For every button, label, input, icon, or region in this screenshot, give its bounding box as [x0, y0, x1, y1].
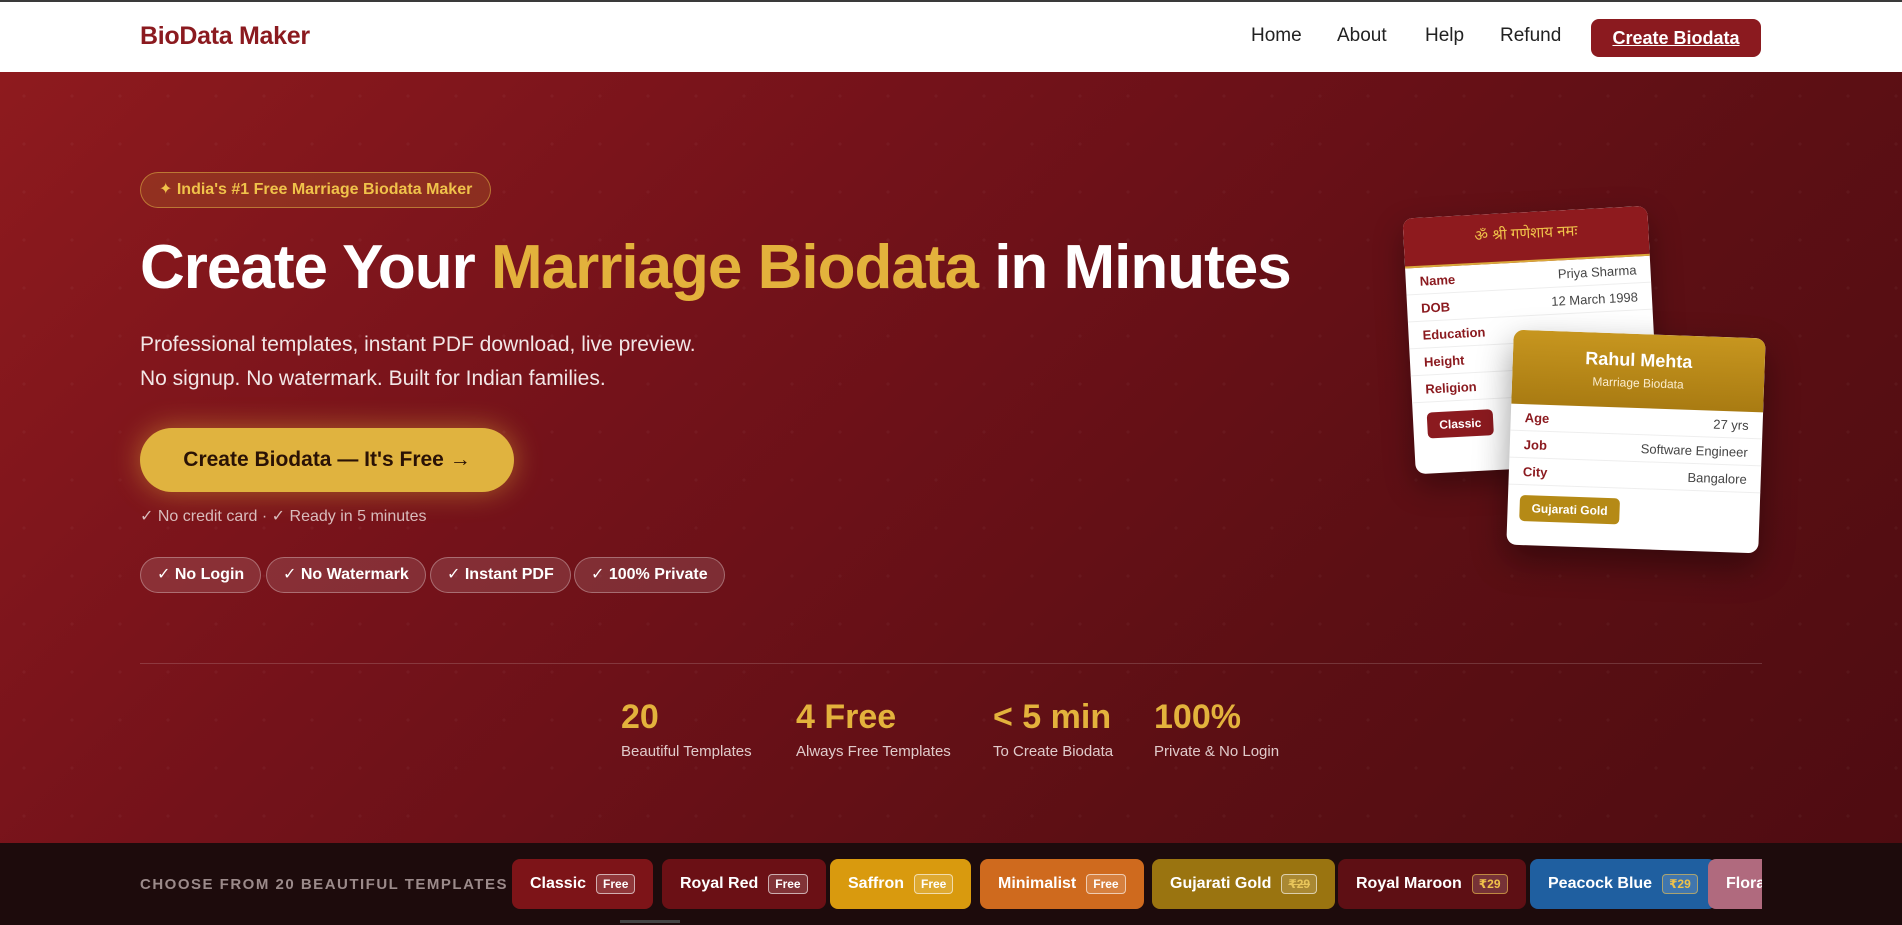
card-row-key: Age — [1524, 410, 1550, 426]
hero-title-pre: Create Your — [140, 233, 491, 302]
stat-time: < 5 min To Create Biodata — [993, 698, 1113, 760]
hero-subtitle-line1: Professional templates, instant PDF down… — [140, 333, 696, 356]
chip-price: Free — [596, 874, 636, 894]
card-template-tag: Gujarati Gold — [1519, 494, 1621, 525]
chip-name: Royal Red — [680, 875, 759, 892]
template-chip-minimalist[interactable]: Minimalist Free — [980, 859, 1144, 909]
stat-number: 20 — [621, 698, 659, 736]
card-row-value: Priya Sharma — [1557, 262, 1637, 282]
nav-home-link[interactable]: Home — [1251, 25, 1302, 47]
card-subtitle: Marriage Biodata — [1592, 374, 1684, 392]
chip-price: Free — [914, 874, 954, 894]
stat-private: 100% Private & No Login — [1154, 698, 1279, 760]
template-chip-saffron[interactable]: Saffron Free — [830, 859, 972, 909]
stat-number: < 5 min — [993, 698, 1112, 736]
stat-free-templates: 4 Free Always Free Templates — [796, 698, 951, 760]
card-header: Rahul Mehta Marriage Biodata — [1511, 329, 1766, 413]
horizontal-scrollbar-thumb[interactable] — [620, 920, 680, 923]
hero-title: Create Your Marriage Biodata in Minutes — [140, 232, 1292, 303]
stat-number: 4 Free — [796, 698, 897, 736]
template-chip-track[interactable]: Classic Free Royal Red Free Saffron Free Mi… — [512, 859, 1762, 909]
chip-name: Royal Maroon — [1356, 875, 1462, 892]
stat-label: Private & No Login — [1154, 743, 1280, 760]
template-chip-classic[interactable]: Classic Free — [512, 859, 654, 909]
card-row-key: DOB — [1420, 299, 1451, 316]
feature-pill-instant-pdf: ✓ Instant PDF — [430, 557, 571, 593]
chip-price: ₹29 — [1471, 874, 1508, 894]
chip-name: Minimalist — [998, 875, 1077, 892]
site-logo[interactable]: BioData Maker — [140, 22, 310, 51]
chip-name: Saffron — [848, 875, 904, 892]
chip-price: Free — [1086, 874, 1126, 894]
card-row-key: Job — [1523, 437, 1548, 453]
template-chip-peacock-blue[interactable]: Peacock Blue ₹29 — [1530, 859, 1716, 909]
card-row-value — [1639, 310, 1640, 336]
hero-subtitle-line2: No signup. No watermark. Built for India… — [140, 367, 606, 390]
card-row-key: Education — [1422, 324, 1486, 343]
hero-badge: ✦ India's #1 Free Marriage Biodata Maker — [140, 172, 492, 208]
feature-pill-no-login: ✓ No Login — [140, 557, 262, 593]
chip-price: Free — [768, 874, 808, 894]
stat-label: Always Free Templates — [796, 743, 951, 760]
preview-card-gujarati-gold: Rahul Mehta Marriage Biodata Age 27 yrs J… — [1506, 329, 1766, 554]
card-row-key: Name — [1419, 271, 1456, 289]
card-row-key: Height — [1423, 352, 1465, 370]
create-biodata-nav-button[interactable]: Create Biodata — [1591, 19, 1761, 57]
card-row-value: 27 yrs — [1712, 416, 1749, 433]
template-chip-royal-maroon[interactable]: Royal Maroon ₹29 — [1338, 859, 1526, 909]
template-chip-floral[interactable]: Floral — [1708, 859, 1762, 909]
card-row-value: Software Engineer — [1640, 441, 1748, 460]
create-biodata-hero-button[interactable]: Create Biodata — It's Free → — [140, 428, 514, 492]
hero-title-accent: Marriage Biodata — [490, 233, 979, 302]
chip-name: Gujarati Gold — [1170, 875, 1272, 892]
stat-number: 100% — [1154, 698, 1241, 736]
top-navbar: BioData Maker Home About Help Refund Cre… — [0, 0, 1902, 72]
chip-price: ₹29 — [1662, 874, 1698, 894]
template-strip: CHOOSE FROM 20 BEAUTIFUL TEMPLATES Class… — [0, 843, 1902, 925]
hero-title-post: in Minutes — [977, 233, 1292, 302]
hero-divider — [140, 663, 1762, 664]
hero-section: ✦ India's #1 Free Marriage Biodata Maker… — [0, 72, 1902, 843]
hero-note: ✓ No credit card · ✓ Ready in 5 minutes — [140, 508, 427, 525]
card-template-tag: Classic — [1426, 409, 1494, 439]
stat-templates: 20 Beautiful Templates — [621, 698, 752, 760]
template-chip-gujarati-gold[interactable]: Gujarati Gold ₹29 — [1152, 859, 1336, 909]
stat-label: To Create Biodata — [993, 743, 1114, 760]
feature-pill-no-watermark: ✓ No Watermark — [266, 557, 426, 593]
card-row-value: 12 March 1998 — [1550, 289, 1639, 309]
chip-name: Classic — [530, 875, 587, 892]
feature-pill-private: ✓ 100% Private — [574, 557, 725, 593]
template-strip-label: CHOOSE FROM 20 BEAUTIFUL TEMPLATES — [140, 876, 508, 893]
chip-name: Peacock Blue — [1548, 875, 1653, 892]
card-row-value: Bangalore — [1687, 469, 1748, 487]
card-row-key: Religion — [1425, 378, 1478, 397]
nav-help-link[interactable]: Help — [1425, 25, 1464, 47]
chip-name: Floral — [1726, 875, 1762, 892]
hero-subtitle: Professional templates, instant PDF down… — [140, 328, 696, 396]
nav-about-link[interactable]: About — [1337, 25, 1387, 47]
card-row-key: City — [1522, 464, 1548, 480]
nav-refund-link[interactable]: Refund — [1500, 25, 1561, 47]
template-chip-royal-red[interactable]: Royal Red Free — [662, 859, 826, 909]
stat-label: Beautiful Templates — [621, 743, 752, 760]
card-person-name: Rahul Mehta — [1585, 348, 1693, 372]
chip-price: ₹29 — [1281, 874, 1318, 894]
